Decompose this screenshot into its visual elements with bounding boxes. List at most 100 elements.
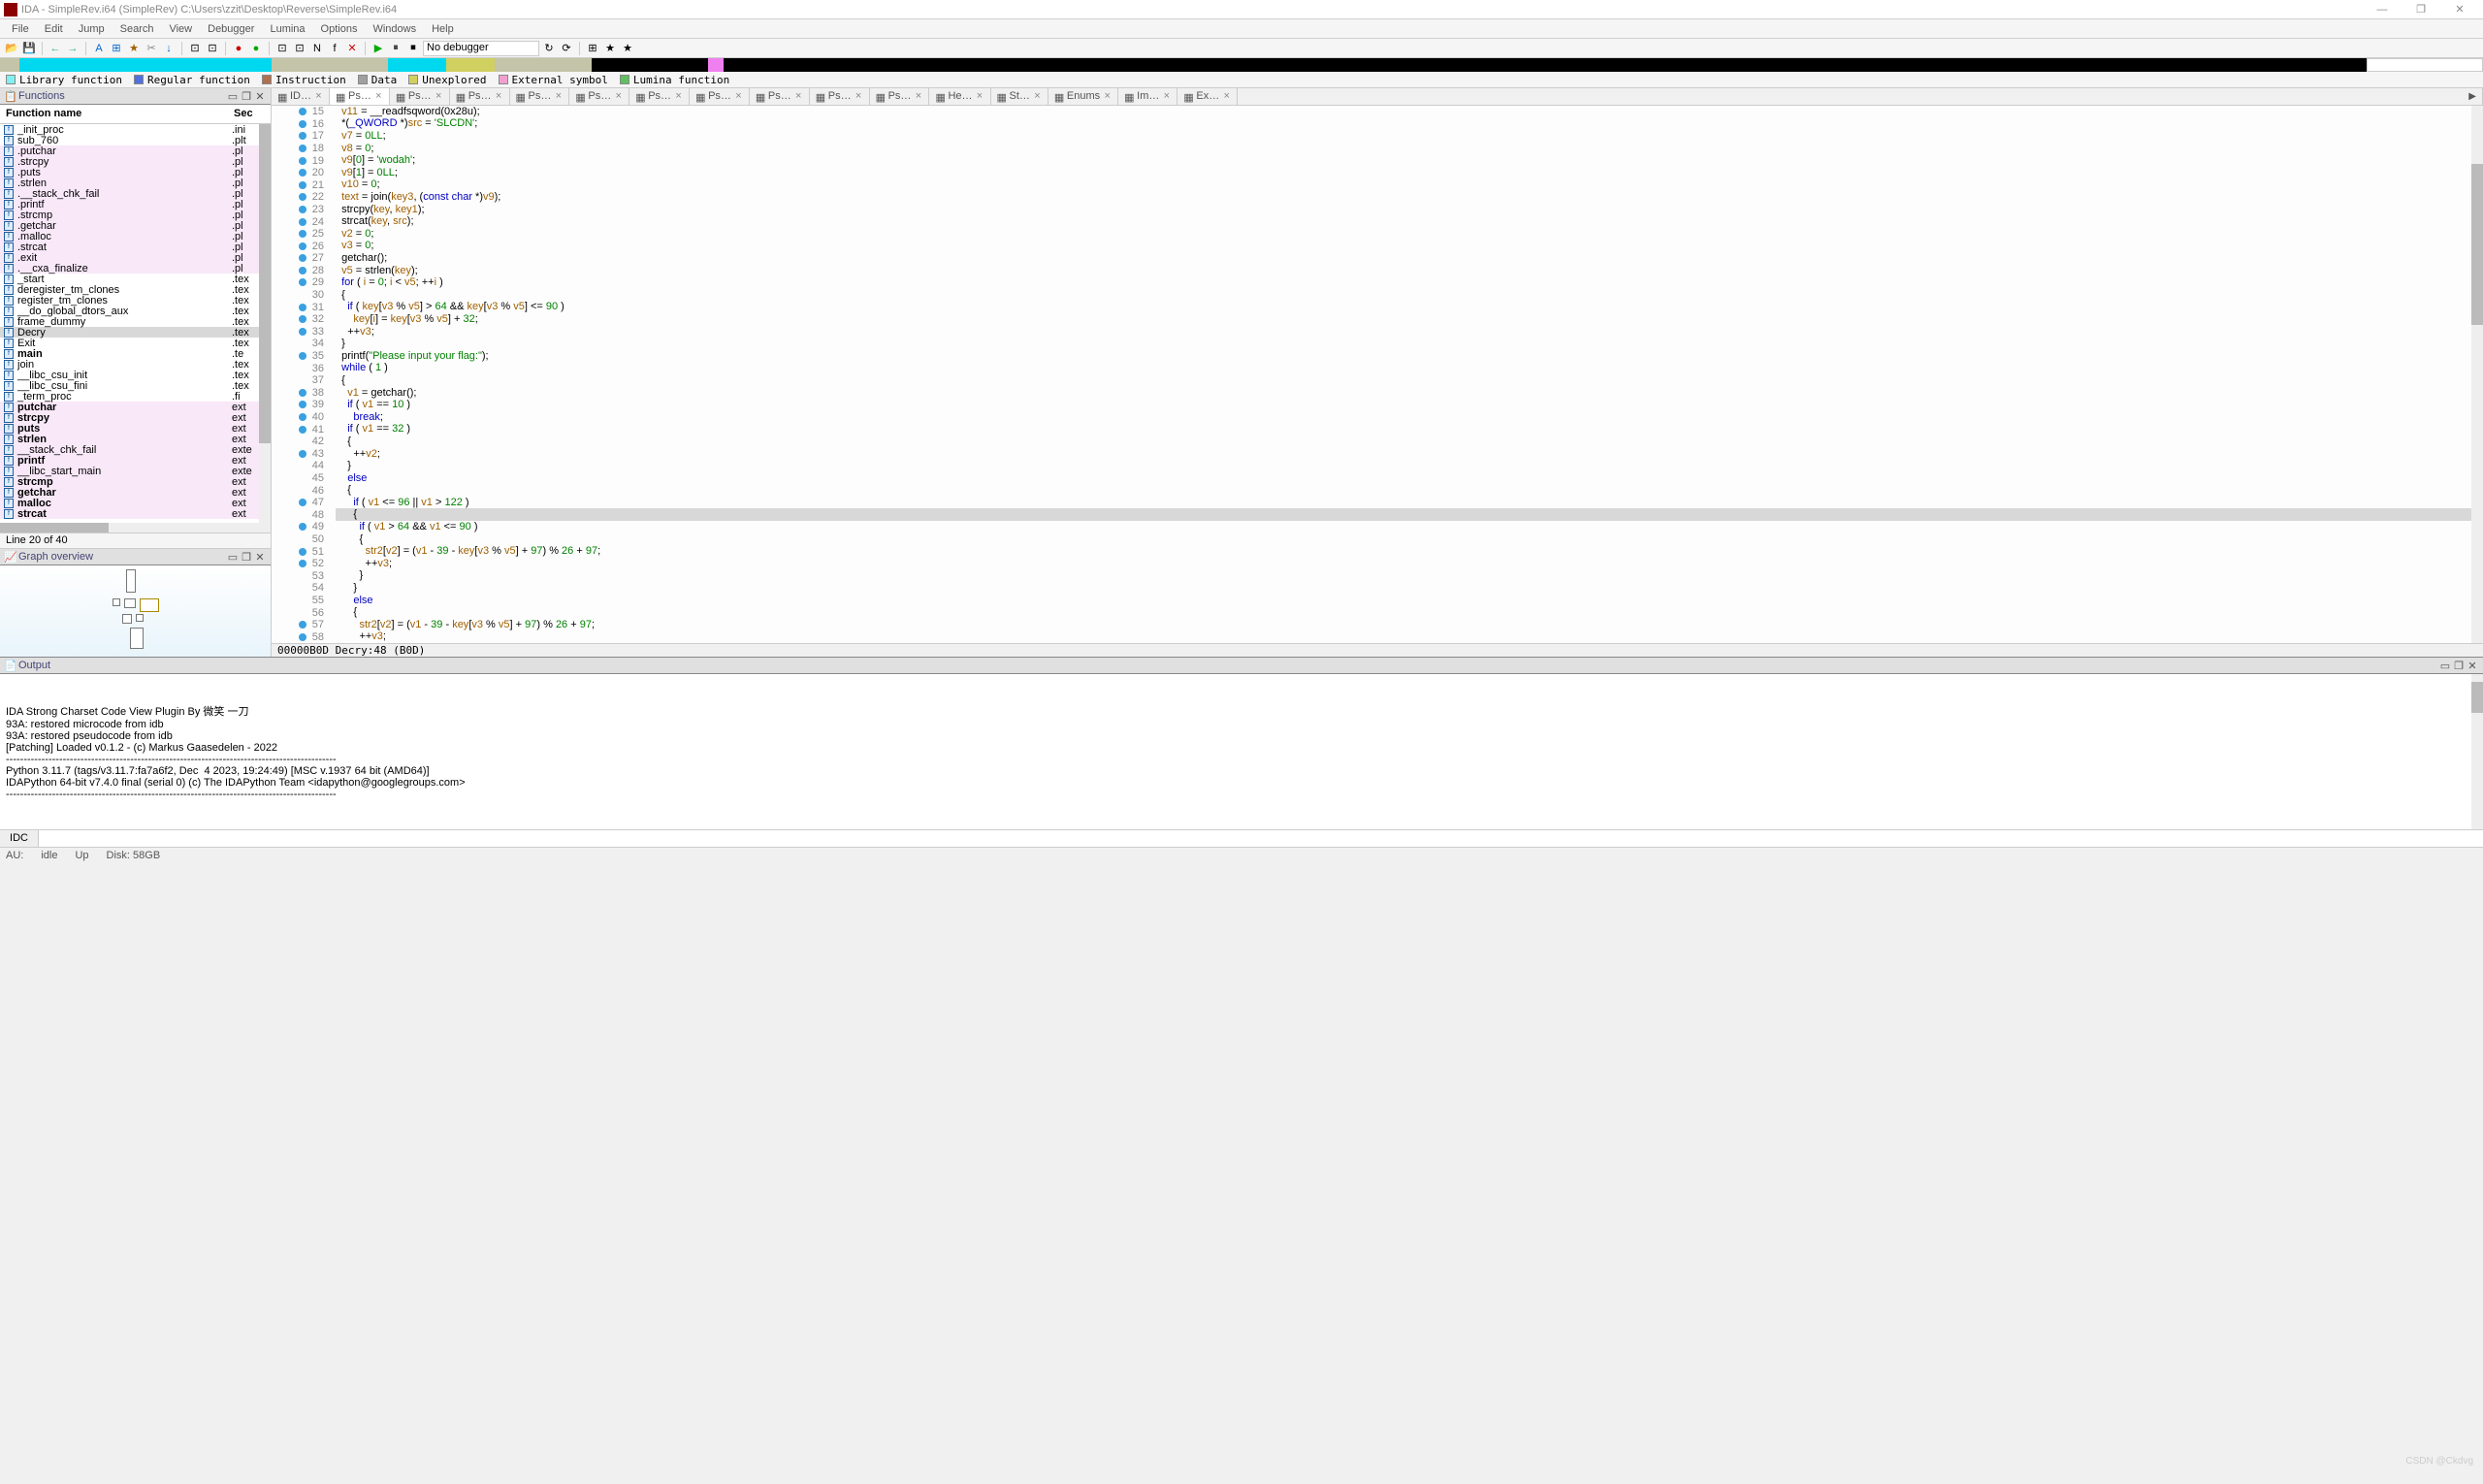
breakpoint-dot-icon[interactable] (299, 352, 306, 360)
breakpoint-dot-icon[interactable] (299, 108, 306, 115)
panel-restore-button[interactable]: ❐ (240, 90, 253, 103)
code-line[interactable]: break; (336, 411, 2483, 424)
menu-debugger[interactable]: Debugger (200, 23, 262, 35)
function-row[interactable]: fmain.te (0, 348, 271, 359)
function-row[interactable]: fderegister_tm_clones.tex (0, 284, 271, 295)
code-line[interactable]: ++v3; (336, 558, 2483, 570)
line-number[interactable]: 27 (272, 252, 330, 265)
tool-icon[interactable]: f (327, 41, 342, 56)
function-row[interactable]: f__stack_chk_failexte (0, 444, 271, 455)
code-line[interactable]: getchar(); (336, 252, 2483, 265)
tab-close-icon[interactable]: × (1103, 90, 1112, 102)
line-number[interactable]: 49 (272, 521, 330, 533)
tool-icon[interactable]: ⊡ (274, 41, 290, 56)
breakpoint-dot-icon[interactable] (299, 523, 306, 531)
function-row[interactable]: f_init_proc.ini (0, 124, 271, 135)
panel-close-button[interactable]: ✕ (253, 90, 267, 103)
function-row[interactable]: fsub_760.plt (0, 135, 271, 145)
tool-icon[interactable]: ★ (126, 41, 142, 56)
breakpoint-dot-icon[interactable] (299, 548, 306, 556)
code-line[interactable]: v11 = __readfsqword(0x28u); (336, 106, 2483, 118)
code-line[interactable]: if ( v1 <= 96 || v1 > 122 ) (336, 497, 2483, 509)
line-number[interactable]: 31 (272, 301, 330, 313)
function-row[interactable]: fstrcmpext (0, 476, 271, 487)
menu-lumina[interactable]: Lumina (262, 23, 312, 35)
maximize-button[interactable]: ❐ (2402, 3, 2440, 16)
tab-close-icon[interactable]: × (976, 90, 984, 102)
panel-restore-button[interactable]: ❐ (2452, 660, 2466, 672)
output-text[interactable]: IDA Strong Charset Code View Plugin By 微… (0, 674, 2483, 829)
tab[interactable]: ▦He…× (929, 88, 990, 105)
breakpoint-dot-icon[interactable] (299, 560, 306, 567)
function-row[interactable]: fgetcharext (0, 487, 271, 498)
tab-close-icon[interactable]: × (674, 90, 683, 102)
line-number[interactable]: 51 (272, 545, 330, 558)
line-number[interactable]: 40 (272, 411, 330, 424)
tab[interactable]: ▦ID…× (272, 88, 330, 105)
tab-close-icon[interactable]: × (855, 90, 863, 102)
function-row[interactable]: f__do_global_dtors_aux.tex (0, 306, 271, 316)
function-row[interactable]: fstrcpyext (0, 412, 271, 423)
function-row[interactable]: fstrcatext (0, 508, 271, 519)
breakpoint-dot-icon[interactable] (299, 145, 306, 152)
line-number[interactable]: 30 (272, 289, 330, 302)
line-number[interactable]: 57 (272, 619, 330, 631)
line-number[interactable]: 28 (272, 265, 330, 277)
function-row[interactable]: f_term_proc.fi (0, 391, 271, 402)
function-row[interactable]: f.strcmp.pl (0, 210, 271, 220)
tool-icon[interactable]: ⊡ (205, 41, 220, 56)
debugger-select[interactable]: No debugger (423, 41, 539, 56)
tab[interactable]: ▦Ps…× (450, 88, 510, 105)
code-line[interactable]: { (336, 374, 2483, 387)
line-number[interactable]: 58 (272, 630, 330, 643)
graph-overview-canvas[interactable] (0, 565, 271, 657)
function-row[interactable]: fmallocext (0, 498, 271, 508)
code-line[interactable]: v3 = 0; (336, 240, 2483, 252)
code-line[interactable]: v9[1] = 0LL; (336, 167, 2483, 179)
scrollbar[interactable] (2471, 106, 2483, 643)
code-line[interactable]: text = join(key3, (const char *)v9); (336, 191, 2483, 204)
line-number[interactable]: 36 (272, 362, 330, 374)
tab[interactable]: ▦Ps…× (690, 88, 750, 105)
line-number[interactable]: 54 (272, 582, 330, 595)
code-line[interactable]: if ( v1 == 10 ) (336, 399, 2483, 411)
line-number[interactable]: 44 (272, 460, 330, 472)
tab-close-icon[interactable]: × (495, 90, 503, 102)
code-line[interactable]: { (336, 436, 2483, 448)
code-line[interactable]: *(_QWORD *)src = 'SLCDN'; (336, 117, 2483, 130)
function-row[interactable]: f_start.tex (0, 274, 271, 284)
tool-icon[interactable]: N (309, 41, 325, 56)
tab[interactable]: ▦Ps…× (870, 88, 930, 105)
code-line[interactable]: { (336, 533, 2483, 546)
function-row[interactable]: fprintfext (0, 455, 271, 466)
code-line[interactable]: v2 = 0; (336, 228, 2483, 241)
functions-columns[interactable]: Function name Sec (0, 105, 271, 124)
panel-dock-button[interactable]: ▭ (226, 551, 240, 564)
function-row[interactable]: f.__cxa_finalize.pl (0, 263, 271, 274)
tab[interactable]: ▦Enums× (1048, 88, 1118, 105)
functions-list[interactable]: f_init_proc.inifsub_760.pltf.putchar.plf… (0, 124, 271, 523)
pause-icon[interactable]: ⏸ (388, 41, 403, 56)
col-function-name[interactable]: Function name (0, 105, 232, 123)
code-line[interactable]: { (336, 289, 2483, 302)
tab-close-icon[interactable]: × (554, 90, 563, 102)
code-line[interactable]: strcat(key, src); (336, 215, 2483, 228)
save-icon[interactable]: 💾 (21, 41, 37, 56)
breakpoint-dot-icon[interactable] (299, 413, 306, 421)
breakpoint-dot-icon[interactable] (299, 169, 306, 177)
tab[interactable]: ▦Ps…× (569, 88, 629, 105)
stop-icon[interactable]: ⏹ (405, 41, 421, 56)
line-number[interactable]: 17 (272, 130, 330, 143)
line-number[interactable]: 47 (272, 497, 330, 509)
code-line[interactable]: strcpy(key, key1); (336, 204, 2483, 216)
tab[interactable]: ▦Ps…× (390, 88, 450, 105)
breakpoint-dot-icon[interactable] (299, 242, 306, 250)
function-row[interactable]: f.malloc.pl (0, 231, 271, 242)
code-line[interactable]: if ( key[v3 % v5] > 64 && key[v3 % v5] <… (336, 301, 2483, 313)
line-number[interactable]: 20 (272, 167, 330, 179)
line-number[interactable]: 39 (272, 399, 330, 411)
tool-icon[interactable]: ⊡ (292, 41, 307, 56)
code-line[interactable]: v8 = 0; (336, 143, 2483, 155)
code-line[interactable]: if ( v1 == 32 ) (336, 423, 2483, 436)
breakpoint-dot-icon[interactable] (299, 206, 306, 213)
